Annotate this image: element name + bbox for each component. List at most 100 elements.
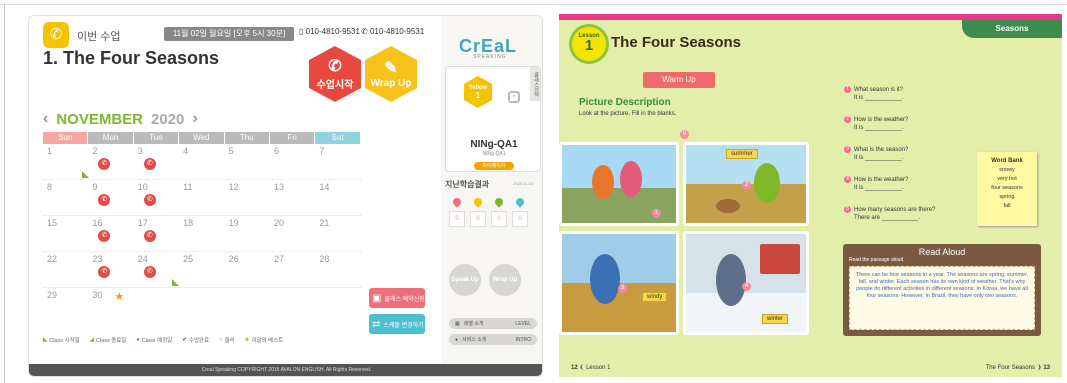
calendar-day[interactable]: 25 bbox=[179, 252, 224, 287]
this-class-label: 이번 수업 bbox=[77, 31, 121, 43]
service-intro-button[interactable]: ● 서비스 소개 INTRO bbox=[449, 334, 537, 345]
calendar-day[interactable]: 2 ✆ bbox=[82, 144, 133, 179]
question-item: 5 How many seasons are there? There are _… bbox=[844, 206, 935, 221]
next-month-icon[interactable]: › bbox=[192, 110, 197, 128]
contact-phone: ✆ 010-4810-9531 bbox=[361, 27, 425, 36]
lock-icon: ▪ bbox=[508, 91, 520, 103]
schedule-change-button[interactable]: ⇄ 스케줄 변경하기 bbox=[369, 314, 425, 334]
legend-label: 결석 bbox=[224, 338, 235, 344]
left-divider bbox=[4, 4, 5, 383]
calendar-day[interactable] bbox=[270, 288, 315, 324]
calendar-day[interactable]: 3 ✆ bbox=[134, 144, 179, 179]
speak-up-button[interactable]: Speak Up bbox=[449, 264, 481, 296]
level-badge-number: 1 bbox=[475, 90, 481, 100]
day-number: 23 bbox=[92, 254, 103, 264]
service-intro-label: 서비스 소개 bbox=[462, 337, 487, 343]
calendar-day[interactable]: 28 bbox=[315, 252, 360, 287]
scheduled-class-icon: ✆ bbox=[98, 266, 111, 278]
scheduled-class-icon: ✆ bbox=[143, 194, 156, 206]
calendar-day[interactable]: 29 bbox=[43, 288, 88, 324]
calendar-day[interactable]: 17 ✆ bbox=[134, 216, 179, 251]
my-page-button[interactable]: 마이페이지 bbox=[474, 162, 514, 170]
calendar-day[interactable]: 4 bbox=[179, 144, 224, 179]
calendar-day[interactable] bbox=[225, 288, 270, 324]
start-class-button[interactable]: ✆ 수업시작 bbox=[309, 46, 361, 102]
weekday-wed: Wed bbox=[179, 132, 225, 144]
calendar-day[interactable]: 27 bbox=[270, 252, 315, 287]
textbook-spread: Lesson 1 The Four Seasons Seasons Warm Up… bbox=[559, 14, 1062, 377]
page-number-right: The Four Seasons ❩ 13 bbox=[985, 365, 1050, 371]
speak-up-label: Speak Up bbox=[451, 277, 479, 283]
scene-number: 4 bbox=[742, 282, 751, 291]
calendar-side-actions: ▣ 클래스 예약신청 ⇄ 스케줄 변경하기 bbox=[369, 288, 425, 340]
class-end-icon bbox=[171, 279, 179, 286]
read-aloud-instruction: Read the passage aloud. bbox=[849, 257, 905, 263]
calendar-day[interactable]: 21 bbox=[315, 216, 360, 251]
class-reserve-label: 클래스 예약신청 bbox=[384, 296, 425, 303]
calendar-day[interactable]: 8 bbox=[43, 180, 88, 215]
calendar-day[interactable]: 16 ✆ bbox=[88, 216, 133, 251]
calendar-day[interactable]: 30 ★ bbox=[88, 288, 133, 324]
level-intro-button[interactable]: ▦ 레벨 소개 LEVEL bbox=[449, 318, 537, 329]
phone-icon: ✆ bbox=[43, 22, 69, 48]
day-number: 16 bbox=[92, 218, 103, 228]
calendar-day[interactable]: 24 ✆ bbox=[134, 252, 179, 287]
calendar-day[interactable] bbox=[179, 288, 224, 324]
scene-label: summer bbox=[726, 149, 758, 159]
user-name: NINg-QA1 bbox=[470, 139, 518, 150]
day-number: 24 bbox=[137, 254, 148, 264]
page-right-label: The Four Seasons bbox=[985, 365, 1035, 371]
result-col: 0 bbox=[449, 196, 465, 227]
read-aloud-passage: There can be four seasons in a year. The… bbox=[849, 266, 1035, 330]
result-cell: 0 bbox=[449, 211, 465, 227]
past-results: 지난학습결과 2020.11.10 0 0 0 0 bbox=[445, 179, 541, 259]
calendar-day[interactable]: 11 bbox=[179, 180, 224, 215]
calendar-day[interactable]: 9 ✆ bbox=[88, 180, 133, 215]
wrap-up-review-button[interactable]: Wrap Up bbox=[489, 264, 521, 296]
calendar-day[interactable]: 10 ✆ bbox=[134, 180, 179, 215]
calendar-day[interactable] bbox=[134, 288, 179, 324]
calendar-day[interactable]: 5 bbox=[225, 144, 270, 179]
warm-up-banner: Warm Up bbox=[643, 72, 715, 88]
calendar-day[interactable]: 14 bbox=[315, 180, 360, 215]
wrap-up-button[interactable]: ✎ Wrap Up bbox=[365, 46, 417, 102]
class-reserve-button[interactable]: ▣ 클래스 예약신청 bbox=[369, 288, 425, 308]
result-col: 0 bbox=[491, 196, 507, 227]
year-label: 2020 bbox=[151, 110, 185, 128]
class-select-tab[interactable]: 클래스선택 bbox=[530, 67, 540, 101]
brand-logo-sub: SPEAKING bbox=[473, 54, 507, 60]
start-class-label: 수업시작 bbox=[316, 79, 354, 91]
calendar-day[interactable]: 18 bbox=[179, 216, 224, 251]
info-icon: ● bbox=[455, 336, 459, 343]
calendar-day[interactable]: 15 bbox=[43, 216, 88, 251]
calendar-day[interactable]: 7 bbox=[315, 144, 360, 179]
star-icon: ★ bbox=[244, 337, 250, 343]
weekday-sun: Sun bbox=[43, 132, 89, 144]
question-number: 4 bbox=[844, 176, 851, 183]
calendar-day[interactable] bbox=[315, 288, 360, 324]
scene-label: windy bbox=[642, 292, 668, 302]
question-item: 1 What season is it? It is ___________. bbox=[844, 86, 903, 101]
calendar-day[interactable]: 26 bbox=[225, 252, 270, 287]
wrap-up-review-label: Wrap Up bbox=[492, 277, 518, 283]
calendar-day[interactable]: 20 bbox=[270, 216, 315, 251]
calendar-day[interactable]: 19 bbox=[225, 216, 270, 251]
question-text: How is the weather? bbox=[854, 116, 909, 123]
calendar-day[interactable]: 12 bbox=[225, 180, 270, 215]
house-figure bbox=[760, 244, 800, 274]
prev-month-icon[interactable]: ‹ bbox=[43, 110, 48, 128]
calendar-day[interactable]: 13 bbox=[270, 180, 315, 215]
calendar-day[interactable]: 22 bbox=[43, 252, 88, 287]
top-divider bbox=[0, 4, 1067, 5]
review-buttons: Speak Up Wrap Up bbox=[449, 264, 521, 296]
profile-panel: CrEaL SPEAKING Yellow 1 ▪ 클래스선택 NINg-QA1… bbox=[441, 16, 542, 366]
question-item: 3 What is the season? It is ___________. bbox=[844, 146, 908, 161]
calendar-day[interactable]: 6 bbox=[270, 144, 315, 179]
calendar-day[interactable]: 23 ✆ bbox=[88, 252, 133, 287]
legend-scheduled: ● Class 예정일 bbox=[136, 336, 172, 344]
service-intro-en: INTRO bbox=[515, 336, 531, 343]
lesson-badge-number: 1 bbox=[584, 37, 594, 54]
grid-icon: ▦ bbox=[455, 320, 460, 327]
child-figure bbox=[590, 254, 620, 304]
pencil-icon: ✎ bbox=[384, 59, 398, 77]
